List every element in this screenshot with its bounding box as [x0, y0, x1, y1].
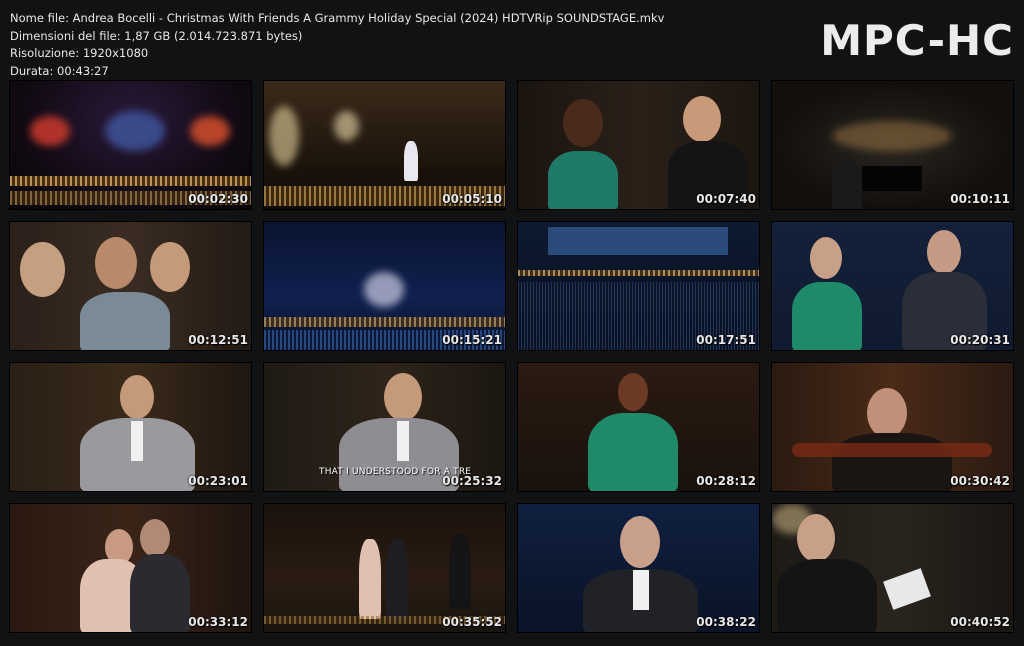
timestamp: 00:15:21 [442, 333, 502, 347]
singer-scene [10, 363, 251, 491]
orchestra-wide-scene [264, 504, 505, 632]
choir-singer-scene [772, 504, 1013, 632]
timestamp: 00:12:51 [188, 333, 248, 347]
file-size: Dimensioni del file: 1,87 GB (2.014.723.… [10, 28, 303, 43]
concert-stage-scene [10, 81, 251, 209]
thumbnail-15[interactable]: 00:38:22 [517, 503, 760, 633]
thumbnail-14[interactable]: 00:35:52 [263, 503, 506, 633]
timestamp: 00:38:22 [696, 615, 756, 629]
violinists-scene [772, 363, 1013, 491]
duet-scene [518, 81, 759, 209]
thumbnail-8[interactable]: 00:20:31 [771, 221, 1014, 351]
duet-scene-2 [772, 222, 1013, 350]
piano-scene [772, 81, 1013, 209]
timestamp: 00:23:01 [188, 474, 248, 488]
thumbnail-12[interactable]: 00:30:42 [771, 362, 1014, 492]
bocelli-closeup-scene [518, 504, 759, 632]
singer-green-dress-scene [518, 363, 759, 491]
thumbnail-4[interactable]: 00:10:11 [771, 80, 1014, 210]
thumbnail-6[interactable]: 00:15:21 [263, 221, 506, 351]
timestamp: 00:02:30 [188, 192, 248, 206]
timestamp: 00:40:52 [950, 615, 1010, 629]
choir-stage-scene [264, 81, 505, 209]
thumbnail-11[interactable]: 00:28:12 [517, 362, 760, 492]
timestamp: 00:30:42 [950, 474, 1010, 488]
thumbnail-16[interactable]: 00:40:52 [771, 503, 1014, 633]
timestamp: 00:05:10 [442, 192, 502, 206]
timestamp: 00:35:52 [442, 615, 502, 629]
file-info: Nome file: Andrea Bocelli - Christmas Wi… [10, 10, 664, 80]
timestamp: 00:25:32 [442, 474, 502, 488]
thumbnail-grid: 00:02:30 00:05:10 00:07:40 00:10:11 00:1… [9, 80, 1016, 635]
resolution: Risoluzione: 1920x1080 [10, 46, 149, 60]
thumbnail-2[interactable]: 00:05:10 [263, 80, 506, 210]
thumbnail-13[interactable]: 00:33:12 [9, 503, 252, 633]
thumbnail-7[interactable]: 00:17:51 [517, 221, 760, 351]
duration: Durata: 00:43:27 [10, 63, 109, 78]
file-name: Nome file: Andrea Bocelli - Christmas Wi… [10, 11, 665, 25]
thumbnail-10[interactable]: THAT I UNDERSTOOD FOR A TRE 00:25:32 [263, 362, 506, 492]
arena-audience-scene [518, 222, 759, 350]
mpc-hc-logo: MPC-HC [820, 16, 1014, 65]
timestamp: 00:28:12 [696, 474, 756, 488]
thumbnail-1[interactable]: 00:02:30 [9, 80, 252, 210]
thumbnail-5[interactable]: 00:12:51 [9, 221, 252, 351]
audience-scene [10, 222, 251, 350]
timestamp: 00:07:40 [696, 192, 756, 206]
timestamp: 00:20:31 [950, 333, 1010, 347]
timestamp: 00:33:12 [188, 615, 248, 629]
thumbnail-9[interactable]: 00:23:01 [9, 362, 252, 492]
arena-wide-scene [264, 222, 505, 350]
timestamp: 00:10:11 [950, 192, 1010, 206]
duet-scene-3 [10, 504, 251, 632]
thumbnail-3[interactable]: 00:07:40 [517, 80, 760, 210]
timestamp: 00:17:51 [696, 333, 756, 347]
